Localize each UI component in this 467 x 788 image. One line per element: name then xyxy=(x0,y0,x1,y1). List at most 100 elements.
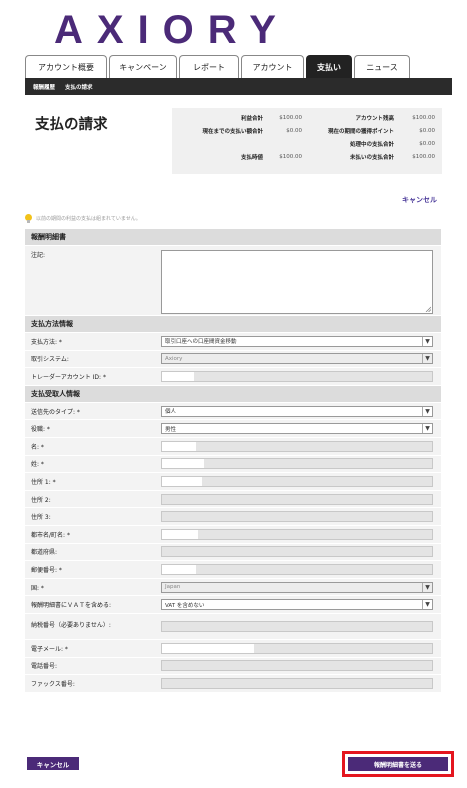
last-name-label: 姓: * xyxy=(31,461,44,469)
first-name-row: 名: * xyxy=(25,437,441,456)
address3-row: 住所 3: xyxy=(25,508,441,526)
tax-number-input[interactable] xyxy=(161,620,433,632)
subnav-payment-request[interactable]: 支払の請求 xyxy=(65,83,93,91)
payee-type-row: 送信先のタイプ: * 個人 ▼ xyxy=(25,402,441,421)
email-row: 電子メール: * xyxy=(25,639,441,658)
tab-account-overview[interactable]: アカウント概要 xyxy=(25,55,107,78)
zip-input[interactable] xyxy=(161,563,433,575)
dropdown-arrow-icon: ▼ xyxy=(422,336,432,346)
summary-value: $100.00 xyxy=(412,114,435,121)
first-name-input[interactable] xyxy=(161,440,433,452)
balance-summary: 利益合計 $100.00 アカウント残高 $100.00 現在までの支払い額合計… xyxy=(172,108,442,174)
address3-input[interactable] xyxy=(161,511,433,523)
dropdown-arrow-icon: ▼ xyxy=(422,424,432,434)
page-title: 支払の請求 xyxy=(35,116,108,133)
summary-value: $0.00 xyxy=(286,127,302,134)
title-label: 役職: * xyxy=(31,426,50,434)
email-input[interactable] xyxy=(161,642,433,654)
last-name-input[interactable] xyxy=(161,458,433,470)
city-label: 都市名/町名: * xyxy=(31,531,70,539)
info-notice: 以前の期間の利益の支払は組まれていません。 xyxy=(25,214,141,223)
last-name-row: 姓: * xyxy=(25,455,441,474)
vat-label: 報酬明細書にＶＡＴを含める: xyxy=(31,602,112,610)
dropdown-arrow-icon: ▼ xyxy=(422,406,432,416)
resize-grip-icon[interactable] xyxy=(425,306,431,312)
tab-account[interactable]: アカウント xyxy=(241,55,304,78)
first-name-label: 名: * xyxy=(31,443,44,451)
cancel-link[interactable]: キャンセル xyxy=(402,195,437,205)
address2-input[interactable] xyxy=(161,493,433,505)
address2-row: 住所 2: xyxy=(25,490,441,509)
fax-label: ファックス番号: xyxy=(31,680,75,688)
summary-value: $100.00 xyxy=(279,153,302,160)
payment-request-form: 報酬明細書 注記: 支払方法情報 支払方法: * 取引口座への口座間資金移動 ▼ … xyxy=(25,229,441,693)
summary-value: $0.00 xyxy=(419,127,435,134)
sub-navigation: 報酬履歴 支払の請求 xyxy=(25,78,452,95)
payment-method-label: 支払方法: * xyxy=(31,338,62,346)
payee-type-select[interactable]: 個人 ▼ xyxy=(161,405,433,417)
state-label: 都道府県: xyxy=(31,549,58,557)
summary-label: 現在の期間の獲得ポイント xyxy=(327,128,394,135)
summary-label: 未払いの支払合計 xyxy=(349,154,394,161)
payee-type-label: 送信先のタイプ: * xyxy=(31,408,80,416)
email-label: 電子メール: * xyxy=(31,645,68,653)
trading-system-label: 取引システム: xyxy=(31,356,69,364)
trader-account-label: トレーダーアカウント ID: * xyxy=(31,373,106,381)
notice-text: 以前の期間の利益の支払は組まれていません。 xyxy=(36,216,141,222)
zip-label: 郵便番号: * xyxy=(31,566,62,574)
tab-campaign[interactable]: キャンペーン xyxy=(109,55,177,78)
note-row: 注記: xyxy=(25,246,441,316)
vat-row: 報酬明細書にＶＡＴを含める: VAT を含めない ▼ xyxy=(25,596,441,614)
address1-row: 住所 1: * xyxy=(25,473,441,491)
summary-label: アカウント残高 xyxy=(355,115,394,122)
phone-input[interactable] xyxy=(161,660,433,672)
fax-input[interactable] xyxy=(161,677,433,689)
payment-method-select[interactable]: 取引口座への口座間資金移動 ▼ xyxy=(161,335,433,347)
address1-input[interactable] xyxy=(161,475,433,487)
trading-system-row: 取引システム: Axiory ▼ xyxy=(25,350,441,369)
address2-label: 住所 2: xyxy=(31,496,51,504)
payment-method-row: 支払方法: * 取引口座への口座間資金移動 ▼ xyxy=(25,333,441,351)
state-row: 都道府県: xyxy=(25,543,441,562)
vat-select[interactable]: VAT を含めない ▼ xyxy=(161,599,433,611)
phone-row: 電話番号: xyxy=(25,657,441,676)
city-row: 都市名/町名: * xyxy=(25,525,441,544)
city-input[interactable] xyxy=(161,528,433,540)
main-tabs: アカウント概要 キャンペーン レポート アカウント 支払い ニュース xyxy=(25,55,410,78)
section-payment-header: 支払方法情報 xyxy=(25,316,441,333)
summary-value: $100.00 xyxy=(412,153,435,160)
tab-report[interactable]: レポート xyxy=(179,55,239,78)
note-textarea[interactable] xyxy=(161,250,433,314)
dropdown-arrow-icon: ▼ xyxy=(422,354,432,364)
state-input[interactable] xyxy=(161,546,433,558)
cancel-button[interactable]: キャンセル xyxy=(27,757,79,770)
fax-row: ファックス番号: xyxy=(25,675,441,693)
tax-number-row: 納税番号（必要ありません）: xyxy=(25,613,441,640)
address3-label: 住所 3: xyxy=(31,514,51,522)
country-select[interactable]: Japan ▼ xyxy=(161,581,433,593)
country-label: 国: * xyxy=(31,584,44,592)
phone-label: 電話番号: xyxy=(31,663,58,671)
summary-label: 処理中の支払合計 xyxy=(349,141,394,148)
country-row: 国: * Japan ▼ xyxy=(25,578,441,597)
zip-row: 郵便番号: * xyxy=(25,561,441,579)
title-select[interactable]: 男性 ▼ xyxy=(161,423,433,435)
summary-value: $0.00 xyxy=(419,140,435,147)
tab-payment[interactable]: 支払い xyxy=(306,55,352,78)
trader-account-input[interactable] xyxy=(161,370,433,382)
summary-label: 現在までの支払い額合計 xyxy=(202,128,263,135)
axiory-logo: AXIORY xyxy=(54,8,290,52)
trader-account-row: トレーダーアカウント ID: * xyxy=(25,368,441,386)
send-statement-button[interactable]: 報酬明細書を送る xyxy=(348,757,448,771)
summary-value: $100.00 xyxy=(279,114,302,121)
note-label: 注記: xyxy=(31,252,46,259)
title-row: 役職: * 男性 ▼ xyxy=(25,420,441,438)
subnav-commission-history[interactable]: 報酬履歴 xyxy=(33,83,55,91)
dropdown-arrow-icon: ▼ xyxy=(422,600,432,610)
section-recipient-header: 支払受取人情報 xyxy=(25,385,441,403)
summary-label: 利益合計 xyxy=(240,115,263,122)
tab-news[interactable]: ニュース xyxy=(354,55,410,78)
send-button-highlight: 報酬明細書を送る xyxy=(342,751,454,777)
lightbulb-icon xyxy=(25,214,32,223)
trading-system-select[interactable]: Axiory ▼ xyxy=(161,353,433,365)
